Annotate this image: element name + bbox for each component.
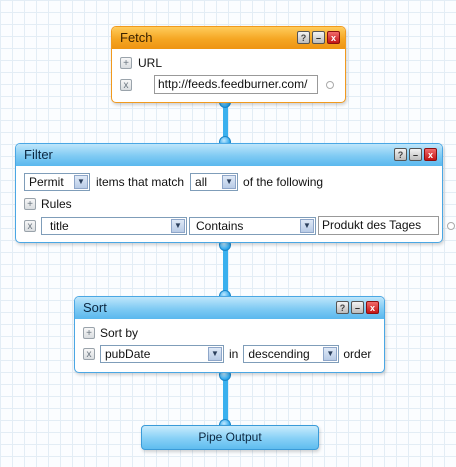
url-label: URL xyxy=(138,56,163,70)
permit-select-value: Permit xyxy=(29,175,64,189)
chevron-down-icon[interactable]: ▼ xyxy=(208,347,222,361)
remove-rule-icon[interactable]: x xyxy=(24,219,36,232)
help-icon[interactable]: ? xyxy=(297,31,310,44)
chevron-down-icon[interactable]: ▼ xyxy=(222,175,237,189)
sort-window-buttons: ? – x xyxy=(336,301,379,314)
chevron-down-icon[interactable]: ▼ xyxy=(74,175,88,189)
close-icon[interactable]: x xyxy=(424,148,437,161)
fetch-module-title: Fetch xyxy=(120,30,153,45)
rule-operator-select[interactable]: Contains ▼ xyxy=(189,216,316,235)
pipe-sort-output xyxy=(223,375,228,425)
chevron-down-icon[interactable]: ▼ xyxy=(300,218,314,233)
filter-module-header[interactable]: Filter ? – x xyxy=(16,144,442,166)
help-icon[interactable]: ? xyxy=(394,148,407,161)
add-rule-icon[interactable]: + xyxy=(24,198,36,210)
match-select-value: all xyxy=(195,175,208,189)
filter-module[interactable]: Filter ? – x Permit ▼ items that match a… xyxy=(15,143,455,243)
sort-module[interactable]: Sort ? – x + Sort by x pubDate ▼ in desc… xyxy=(74,296,385,373)
rule-field-select[interactable]: title ▼ xyxy=(41,216,187,235)
sort-direction-select[interactable]: descending ▼ xyxy=(243,345,340,363)
minimize-icon[interactable]: – xyxy=(351,301,364,314)
sort-field-value: pubDate xyxy=(105,347,151,361)
remove-sort-icon[interactable]: x xyxy=(83,348,95,360)
fetch-module[interactable]: Fetch ? – x + URL x http://feeds.feedbur… xyxy=(111,26,346,103)
close-icon[interactable]: x xyxy=(366,301,379,314)
sort-module-title: Sort xyxy=(83,300,107,315)
order-label: order xyxy=(343,347,372,361)
of-the-following-label: of the following xyxy=(243,175,324,189)
add-sort-icon[interactable]: + xyxy=(83,327,95,339)
sort-by-label: Sort by xyxy=(100,326,139,340)
sort-field-select[interactable]: pubDate ▼ xyxy=(100,345,224,363)
fetch-window-buttons: ? – x xyxy=(297,31,340,44)
pipe-output-title: Pipe Output xyxy=(198,430,262,444)
items-that-match-label: items that match xyxy=(96,175,185,189)
url-terminal-icon[interactable] xyxy=(326,80,334,89)
rule-operator-value: Contains xyxy=(196,218,244,233)
sort-module-header[interactable]: Sort ? – x xyxy=(75,297,384,319)
chevron-down-icon[interactable]: ▼ xyxy=(323,347,338,361)
rule-value-input[interactable]: Produkt des Tages xyxy=(318,216,439,235)
rule-field-value: title xyxy=(50,218,69,233)
match-select[interactable]: all ▼ xyxy=(190,173,239,191)
add-url-icon[interactable]: + xyxy=(120,57,132,69)
rules-label: Rules xyxy=(41,197,72,211)
in-label: in xyxy=(229,347,239,361)
minimize-icon[interactable]: – xyxy=(312,31,325,44)
rule-terminal-icon[interactable] xyxy=(447,221,455,230)
filter-window-buttons: ? – x xyxy=(394,148,437,161)
help-icon[interactable]: ? xyxy=(336,301,349,314)
permit-select[interactable]: Permit ▼ xyxy=(24,173,90,191)
fetch-module-header[interactable]: Fetch ? – x xyxy=(112,27,345,49)
close-icon[interactable]: x xyxy=(327,31,340,44)
filter-module-title: Filter xyxy=(24,147,53,162)
url-input[interactable]: http://feeds.feedburner.com/ xyxy=(154,75,318,94)
chevron-down-icon[interactable]: ▼ xyxy=(171,218,185,233)
sort-direction-value: descending xyxy=(248,347,310,361)
pipe-filter-sort xyxy=(223,245,228,295)
pipe-output-module[interactable]: Pipe Output xyxy=(141,425,319,450)
minimize-icon[interactable]: – xyxy=(409,148,422,161)
remove-url-icon[interactable]: x xyxy=(120,78,132,91)
